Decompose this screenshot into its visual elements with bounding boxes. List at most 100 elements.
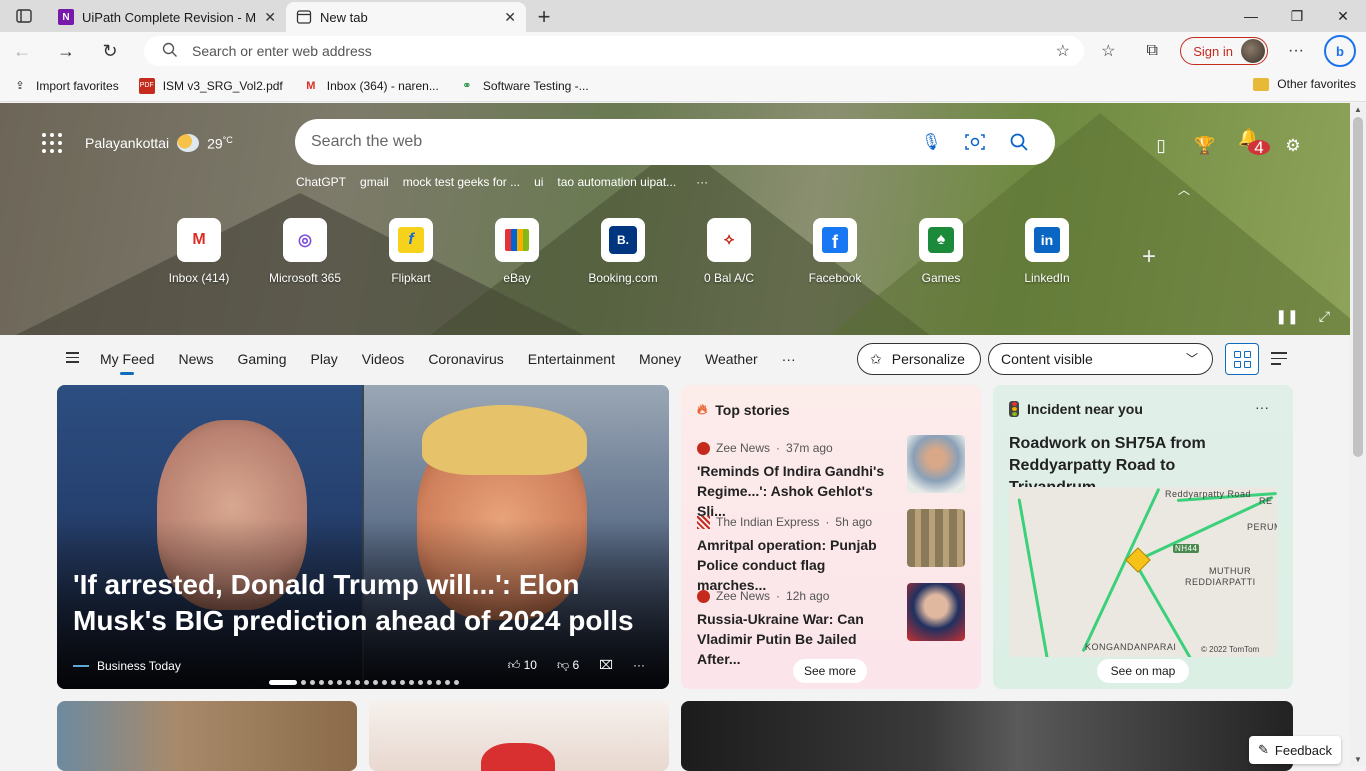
carousel-dot[interactable] xyxy=(355,680,360,685)
close-tab-icon[interactable]: ✕ xyxy=(264,9,276,26)
page-scrollbar[interactable]: ▲ ▼ xyxy=(1350,103,1366,766)
trending-item[interactable]: mock test geeks for ... xyxy=(403,175,520,189)
close-window-button[interactable]: ✕ xyxy=(1320,0,1366,32)
weather-widget[interactable]: Palayankottai 29°C xyxy=(85,134,233,152)
grid-view-button[interactable] xyxy=(1225,343,1259,375)
quick-link-0-bal[interactable]: ⟡ 0 Bal A/C xyxy=(676,218,782,285)
carousel-dot[interactable] xyxy=(346,680,351,685)
quick-link-booking[interactable]: B. Booking.com xyxy=(570,218,676,285)
collections-button[interactable]: ⧉ xyxy=(1130,32,1174,70)
app-launcher-icon[interactable] xyxy=(42,133,62,153)
search-icon[interactable] xyxy=(1010,133,1028,151)
pause-icon[interactable]: ❚❚ xyxy=(1275,308,1298,325)
quick-link-ebay[interactable]: eBay xyxy=(464,218,570,285)
add-quick-link-button[interactable]: + xyxy=(1142,243,1156,271)
carousel-dot[interactable] xyxy=(436,680,441,685)
see-on-map-button[interactable]: See on map xyxy=(1097,659,1189,683)
story-title[interactable]: Amritpal operation: Punjab Police conduc… xyxy=(697,535,897,595)
bing-chat-button[interactable]: b xyxy=(1324,35,1356,67)
close-tab-icon[interactable]: ✕ xyxy=(504,9,516,26)
back-button[interactable]: ← xyxy=(0,32,44,70)
incident-map[interactable]: Reddyarpatty Road RE PERUM NH44 MUTHUR R… xyxy=(1009,487,1277,657)
quick-link-flipkart[interactable]: f Flipkart xyxy=(358,218,464,285)
carousel-dot[interactable] xyxy=(445,680,450,685)
rewards-icon[interactable]: 🏆 xyxy=(1194,136,1216,156)
news-card[interactable] xyxy=(681,701,1293,771)
hero-news-card[interactable]: 'If arrested, Donald Trump will...': Elo… xyxy=(57,385,669,689)
list-view-button[interactable] xyxy=(1271,352,1287,365)
carousel-dot[interactable] xyxy=(391,680,396,685)
add-favorite-icon[interactable]: ☆ xyxy=(1056,41,1070,61)
favorite-software-testing[interactable]: ⚭ Software Testing -... xyxy=(459,78,588,94)
scrollbar-thumb[interactable] xyxy=(1353,117,1363,457)
tab-play[interactable]: Play xyxy=(311,351,338,367)
news-card[interactable] xyxy=(57,701,357,771)
quick-link-games[interactable]: ♠ Games xyxy=(888,218,994,285)
see-more-button[interactable]: See more xyxy=(793,659,867,683)
story-title[interactable]: Russia-Ukraine War: Can Vladimir Putin B… xyxy=(697,609,897,669)
more-icon[interactable]: ··· xyxy=(633,658,645,673)
trending-item[interactable]: ChatGPT xyxy=(296,175,346,189)
tab-actions-button[interactable] xyxy=(0,0,48,32)
tab-coronavirus[interactable]: Coronavirus xyxy=(428,351,503,367)
story-item[interactable]: Zee News · 12h ago Russia-Ukraine War: Can… xyxy=(697,583,965,667)
other-favorites[interactable]: Other favorites xyxy=(1253,77,1356,91)
tab-my-feed[interactable]: My Feed xyxy=(100,351,154,375)
carousel-dot[interactable] xyxy=(418,680,423,685)
news-card[interactable] xyxy=(369,701,669,771)
new-tab-button[interactable]: + xyxy=(526,2,562,32)
minimize-button[interactable]: — xyxy=(1228,0,1274,32)
chevron-up-icon[interactable]: ︿ xyxy=(1178,181,1190,198)
tab-money[interactable]: Money xyxy=(639,351,681,367)
quick-link-microsoft365[interactable]: ◎ Microsoft 365 xyxy=(252,218,358,285)
content-visibility-dropdown[interactable]: Content visible ﹀ xyxy=(988,343,1213,375)
carousel-dot[interactable] xyxy=(364,680,369,685)
trending-item[interactable]: ui xyxy=(534,175,543,189)
carousel-dot[interactable] xyxy=(319,680,324,685)
carousel-dot[interactable] xyxy=(427,680,432,685)
trending-more-button[interactable]: ··· xyxy=(696,175,708,189)
tab-uipath[interactable]: N UiPath Complete Revision - Micr ✕ xyxy=(48,2,286,32)
carousel-dot[interactable] xyxy=(269,680,297,685)
favorite-pdf[interactable]: PDF ISM v3_SRG_Vol2.pdf xyxy=(138,77,283,94)
hero-source[interactable]: Business Today xyxy=(73,659,181,673)
story-item[interactable]: Zee News · 37m ago 'Reminds Of Indira Gand… xyxy=(697,435,965,519)
tab-new-tab[interactable]: New tab ✕ xyxy=(286,2,526,32)
carousel-dot[interactable] xyxy=(310,680,315,685)
feedback-button[interactable]: ✎ Feedback xyxy=(1249,736,1341,764)
tab-entertainment[interactable]: Entertainment xyxy=(528,351,615,367)
comments-off-icon[interactable]: ⌧ xyxy=(599,658,613,673)
carousel-dot[interactable] xyxy=(409,680,414,685)
web-search-box[interactable]: Search the web 🎙 xyxy=(295,119,1055,165)
tab-gaming[interactable]: Gaming xyxy=(237,351,286,367)
hamburger-menu-icon[interactable] xyxy=(66,352,79,363)
carousel-dot[interactable] xyxy=(373,680,378,685)
dislike-button[interactable]: 👎︎ 6 xyxy=(557,658,579,673)
quick-link-facebook[interactable]: f Facebook xyxy=(782,218,888,285)
maximize-button[interactable]: ❐ xyxy=(1274,0,1320,32)
gear-icon[interactable]: ⚙ xyxy=(1282,136,1304,156)
settings-more-button[interactable]: ··· xyxy=(1274,32,1318,70)
carousel-dot[interactable] xyxy=(337,680,342,685)
scroll-up-icon[interactable]: ▲ xyxy=(1354,105,1362,114)
forward-button[interactable]: → xyxy=(44,32,88,70)
hero-headline[interactable]: 'If arrested, Donald Trump will...': Elo… xyxy=(73,567,663,639)
scroll-down-icon[interactable]: ▼ xyxy=(1354,755,1362,764)
microphone-icon[interactable]: 🎙 xyxy=(921,132,941,152)
story-title[interactable]: 'Reminds Of Indira Gandhi's Regime...': … xyxy=(697,461,897,521)
sign-in-button[interactable]: Sign in xyxy=(1180,37,1268,65)
tabs-more-button[interactable]: ··· xyxy=(782,351,796,367)
favorite-gmail[interactable]: M Inbox (364) - naren... xyxy=(303,78,439,94)
quick-link-linkedin[interactable]: in LinkedIn xyxy=(994,218,1100,285)
story-item[interactable]: The Indian Express · 5h ago Amritpal opera… xyxy=(697,509,965,593)
trending-item[interactable]: gmail xyxy=(360,175,389,189)
tab-news[interactable]: News xyxy=(178,351,213,367)
tab-videos[interactable]: Videos xyxy=(362,351,405,367)
quick-link-inbox[interactable]: M Inbox (414) xyxy=(146,218,252,285)
tab-weather[interactable]: Weather xyxy=(705,351,758,367)
favorite-import[interactable]: ⇪ Import favorites xyxy=(12,78,118,94)
trending-item[interactable]: tao automation uipat... xyxy=(557,175,676,189)
carousel-dot[interactable] xyxy=(454,680,459,685)
more-icon[interactable]: ··· xyxy=(1255,399,1269,415)
phone-icon[interactable]: ▯ xyxy=(1150,136,1172,156)
